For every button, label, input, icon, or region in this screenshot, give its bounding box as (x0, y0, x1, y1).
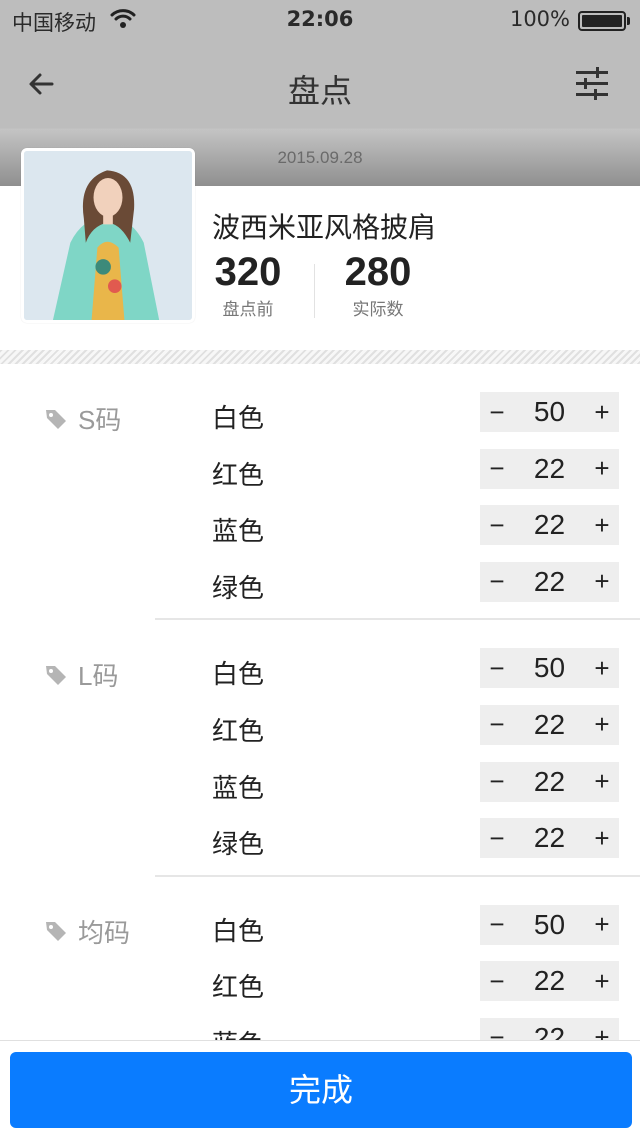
increment-button[interactable]: + (585, 823, 619, 854)
color-label: 绿色 (212, 830, 265, 861)
color-label: 红色 (212, 716, 265, 747)
color-label: 蓝色 (212, 517, 265, 548)
increment-button[interactable]: + (585, 453, 619, 484)
list-item: 蓝色 − 22 + (0, 1017, 640, 1040)
decrement-button[interactable]: − (480, 966, 514, 997)
footer-bar: 完成 (0, 1040, 640, 1136)
decrement-button[interactable]: − (480, 823, 514, 854)
quantity-value[interactable]: 22 (514, 453, 585, 485)
quantity-value[interactable]: 22 (514, 1022, 585, 1040)
quantity-stepper: − 50 + (480, 904, 619, 945)
decrement-button[interactable]: − (480, 510, 514, 541)
before-label: 盘点前 (222, 300, 274, 320)
quantity-stepper: − 22 + (480, 1017, 619, 1040)
size-group-l: L码 白色 − 50 + 红色 − 22 + 蓝色 − 22 + 绿色 − 22… (0, 620, 640, 877)
increment-button[interactable]: + (585, 653, 619, 684)
quantity-stepper: − 22 + (480, 818, 619, 859)
quantity-value[interactable]: 22 (514, 566, 585, 598)
list-item: 蓝色 − 22 + (0, 505, 640, 562)
increment-button[interactable]: + (585, 397, 619, 428)
stat-before: 320 盘点前 (212, 250, 284, 320)
decrement-button[interactable]: − (480, 453, 514, 484)
decrement-button[interactable]: − (480, 766, 514, 797)
quantity-stepper: − 50 + (480, 392, 619, 432)
decrement-button[interactable]: − (480, 397, 514, 428)
quantity-value[interactable]: 22 (514, 822, 585, 854)
actual-value: 280 (344, 250, 412, 294)
decrement-button[interactable]: − (480, 709, 514, 740)
decrement-button[interactable]: − (480, 1022, 514, 1040)
quantity-value[interactable]: 22 (514, 509, 585, 541)
quantity-value[interactable]: 50 (514, 396, 585, 428)
quantity-stepper: − 22 + (480, 448, 619, 489)
list-item: 绿色 − 22 + (0, 818, 640, 875)
quantity-stepper: − 22 + (480, 561, 619, 602)
quantity-stepper: − 22 + (480, 761, 619, 802)
nav-bar: 盘点 (0, 40, 640, 128)
page-title: 盘点 (287, 72, 352, 110)
color-label: 白色 (212, 660, 265, 691)
done-button[interactable]: 完成 (10, 1052, 632, 1128)
quantity-value[interactable]: 22 (514, 766, 585, 798)
size-list[interactable]: S码 白色 − 50 + 红色 − 22 + 蓝色 − 22 + 绿色 − 22… (0, 364, 640, 1040)
battery-percent: 100% (509, 7, 570, 31)
sliders-icon[interactable] (572, 64, 612, 104)
increment-button[interactable]: + (585, 510, 619, 541)
quantity-value[interactable]: 50 (514, 909, 585, 941)
actual-label: 实际数 (352, 300, 404, 320)
list-item: 白色 − 50 + (0, 392, 640, 449)
list-item: 红色 − 22 + (0, 704, 640, 762)
quantity-stepper: − 22 + (480, 505, 619, 546)
quantity-value[interactable]: 50 (514, 652, 585, 684)
increment-button[interactable]: + (585, 766, 619, 797)
color-label: 蓝色 (212, 1024, 264, 1040)
color-label: 红色 (212, 460, 265, 491)
list-item: 蓝色 − 22 + (0, 761, 640, 819)
section-divider (0, 350, 640, 364)
increment-button[interactable]: + (585, 1022, 619, 1040)
list-item: 红色 − 22 + (0, 961, 640, 1018)
decrement-button[interactable]: − (480, 653, 514, 684)
color-label: 绿色 (212, 573, 265, 604)
increment-button[interactable]: + (585, 566, 619, 597)
product-name: 波西米亚风格披肩 (212, 211, 437, 244)
size-group-s: S码 白色 − 50 + 红色 − 22 + 蓝色 − 22 + 绿色 − 22… (0, 364, 640, 621)
stat-divider (314, 264, 315, 318)
list-item: 白色 − 50 + (0, 648, 640, 705)
decrement-button[interactable]: − (480, 909, 514, 940)
increment-button[interactable]: + (585, 909, 619, 940)
color-label: 白色 (212, 916, 265, 947)
list-item: 白色 − 50 + (0, 904, 640, 962)
quantity-stepper: − 50 + (480, 648, 619, 689)
increment-button[interactable]: + (585, 709, 619, 740)
stat-actual: 280 实际数 (342, 250, 414, 320)
increment-button[interactable]: + (585, 966, 619, 997)
before-value: 320 (214, 250, 282, 294)
quantity-stepper: − 22 + (480, 704, 619, 745)
list-item: 绿色 − 22 + (0, 561, 640, 619)
product-image[interactable] (21, 148, 195, 323)
color-label: 红色 (212, 973, 265, 1004)
battery-icon (578, 11, 630, 31)
decrement-button[interactable]: − (480, 566, 514, 597)
color-label: 白色 (212, 404, 265, 434)
list-item: 红色 − 22 + (0, 448, 640, 506)
color-label: 蓝色 (212, 773, 265, 804)
status-bar: 中国移动 22:06 100% (0, 0, 640, 40)
quantity-value[interactable]: 22 (514, 709, 585, 741)
size-group-free: 均码 白色 − 50 + 红色 − 22 + 蓝色 (0, 877, 640, 1040)
quantity-value[interactable]: 22 (514, 965, 585, 997)
quantity-stepper: − 22 + (480, 961, 619, 1002)
